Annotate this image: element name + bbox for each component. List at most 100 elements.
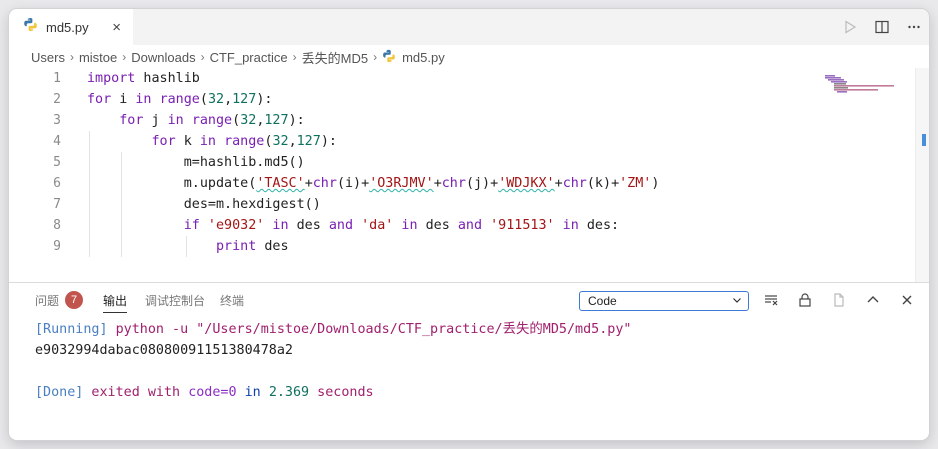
- indent-guide: [89, 173, 90, 194]
- line-number: 7: [53, 197, 61, 212]
- keyword: print: [216, 239, 257, 254]
- indent-guide: [121, 173, 122, 194]
- tab-label: 输出: [103, 293, 128, 308]
- in-text: in: [236, 385, 269, 400]
- code-line-7: des=m.hexdigest(): [87, 194, 659, 215]
- indent-guide: [121, 236, 122, 257]
- function-name: range: [224, 134, 265, 149]
- python-icon: [23, 17, 38, 37]
- keyword: and: [457, 218, 483, 233]
- code-editor[interactable]: 1 2 3 4 5 6 7 8 9 import hashlib for i i…: [9, 68, 929, 282]
- function-name: chr: [562, 176, 587, 191]
- code-text: (k): [586, 176, 612, 191]
- more-actions-icon[interactable]: [905, 18, 923, 36]
- maximize-panel-icon[interactable]: [865, 292, 881, 308]
- minimap[interactable]: [823, 75, 895, 93]
- indent-guide: [121, 194, 122, 215]
- code-text: (j): [465, 176, 491, 191]
- output-channel-select[interactable]: Code: [579, 291, 749, 311]
- keyword: in: [554, 218, 579, 233]
- chevron-right-icon: ›: [69, 50, 74, 64]
- tab-label: 问题: [35, 293, 60, 308]
- keyword: for: [151, 134, 176, 149]
- split-editor-icon[interactable]: [873, 18, 891, 36]
- keyword: in: [167, 113, 184, 128]
- tab-terminal[interactable]: 终端: [220, 283, 244, 317]
- code-line-3: for j in range(32,127):: [87, 110, 659, 131]
- breadcrumb-item-users[interactable]: Users: [31, 50, 65, 65]
- line-number: 4: [53, 134, 61, 149]
- operator: +: [304, 176, 313, 191]
- string: 'O3RJMV': [369, 176, 434, 191]
- code-text: ,: [288, 134, 297, 149]
- code-text: (: [232, 113, 241, 128]
- code-lines: import hashlib for i in range(32,127): f…: [87, 68, 659, 257]
- seconds-text: seconds: [309, 385, 374, 400]
- elapsed-time: 2.369: [268, 385, 310, 400]
- code-text: hashlib: [135, 71, 200, 86]
- tab-md5-py[interactable]: md5.py ×: [9, 9, 133, 45]
- breadcrumb-item-ctf-practice[interactable]: CTF_practice: [210, 50, 288, 65]
- close-icon[interactable]: ×: [112, 20, 121, 35]
- keyword: in: [199, 134, 216, 149]
- string: 'ZM': [619, 176, 652, 191]
- code-line-9: print des: [87, 236, 659, 257]
- number: 32: [272, 134, 289, 149]
- function-name: chr: [312, 176, 337, 191]
- number: 127: [232, 92, 257, 107]
- tab-label: 终端: [220, 293, 245, 308]
- breadcrumb-item-mistoe[interactable]: mistoe: [79, 50, 117, 65]
- run-icon[interactable]: [841, 18, 859, 36]
- scrollbar-cursor-marker: [922, 134, 926, 146]
- chevron-right-icon: ›: [373, 50, 378, 64]
- function-name: chr: [441, 176, 466, 191]
- function-name: range: [159, 92, 200, 107]
- code-text: des: [417, 218, 458, 233]
- operator: +: [490, 176, 499, 191]
- breadcrumb-item-downloads[interactable]: Downloads: [131, 50, 195, 65]
- indent-guide: [89, 194, 90, 215]
- line-number: 8: [53, 218, 61, 233]
- output-line-result: e9032994dabac08080091151380478a2: [35, 343, 293, 358]
- code-text: ): [651, 176, 660, 191]
- problems-count-badge: 7: [65, 291, 84, 309]
- code-text: ,: [224, 92, 233, 107]
- indent-guide: [89, 152, 90, 173]
- code-line-6: m.update('TASC'+chr(i)+'O3RJMV'+chr(j)+'…: [87, 173, 659, 194]
- string: 'TASC': [256, 176, 305, 191]
- close-panel-icon[interactable]: [899, 292, 915, 308]
- indent-guide: [89, 131, 90, 152]
- chevron-right-icon: ›: [200, 50, 205, 64]
- code-line-4: for k in range(32,127):: [87, 131, 659, 152]
- output-line-done: [Done] exited with code=0 in 2.369 secon…: [35, 382, 631, 403]
- code-text: j: [143, 113, 168, 128]
- keyword: in: [135, 92, 152, 107]
- tab-output[interactable]: 输出: [103, 283, 128, 317]
- breadcrumb: Users › mistoe › Downloads › CTF_practic…: [31, 46, 445, 68]
- lock-icon[interactable]: [797, 292, 813, 308]
- open-log-file-icon[interactable]: [831, 292, 847, 308]
- indent-guide: [121, 215, 122, 236]
- code-line-2: for i in range(32,127):: [87, 89, 659, 110]
- tab-problems[interactable]: 问题 7: [35, 283, 84, 317]
- code-text: des:: [578, 218, 620, 233]
- code-text: (: [199, 92, 208, 107]
- breadcrumb-item-folder[interactable]: 丢失的MD5: [302, 48, 368, 67]
- number: 32: [207, 92, 225, 107]
- code-text: m.update(: [183, 176, 257, 191]
- line-number-gutter: 1 2 3 4 5 6 7 8 9: [9, 68, 61, 257]
- editor-scrollbar[interactable]: [915, 68, 929, 282]
- line-number: 2: [53, 92, 61, 107]
- tab-debug-console[interactable]: 调试控制台: [145, 283, 205, 317]
- keyword: and: [328, 218, 354, 233]
- keyword: for: [87, 92, 112, 107]
- indent-guide: [89, 236, 90, 257]
- keyword: for: [119, 113, 144, 128]
- done-tag: [Done]: [35, 385, 84, 400]
- line-number: 1: [53, 71, 61, 86]
- breadcrumb-item-file[interactable]: md5.py: [402, 50, 445, 65]
- function-name: range: [191, 113, 233, 128]
- panel-toolbar: [763, 289, 915, 311]
- chevron-down-icon: [732, 294, 742, 308]
- clear-output-icon[interactable]: [763, 292, 779, 308]
